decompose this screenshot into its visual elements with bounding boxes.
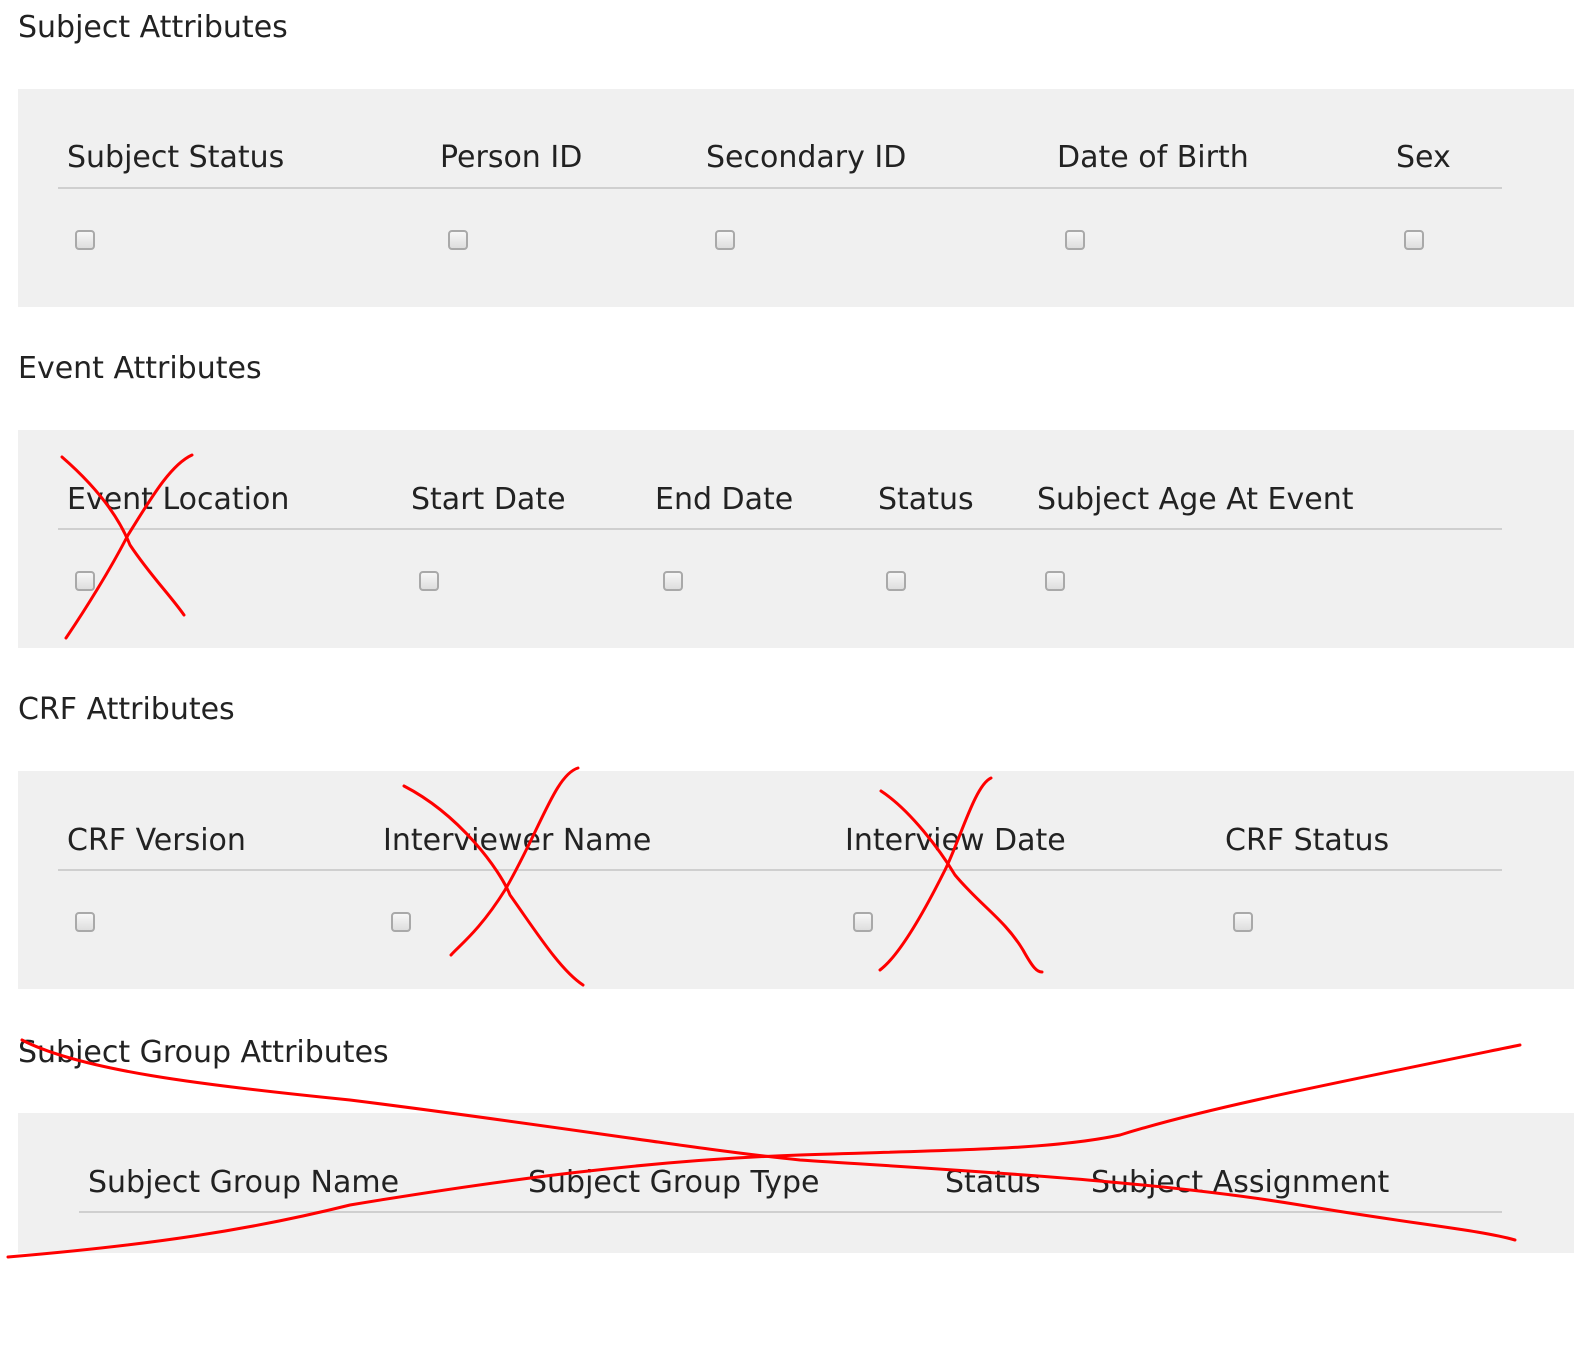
date-of-birth-checkbox[interactable] [1065,230,1085,250]
event-status-label: Status [878,482,974,517]
subject-group-name-label: Subject Group Name [88,1165,400,1200]
crf-version-checkbox[interactable] [75,912,95,932]
date-of-birth-label: Date of Birth [1057,140,1249,175]
person-id-checkbox[interactable] [448,230,468,250]
end-date-checkbox[interactable] [663,571,683,591]
interview-date-label: Interview Date [845,823,1066,858]
event-status-checkbox[interactable] [886,571,906,591]
crf-status-label: CRF Status [1225,823,1390,858]
event-attributes-panel: Event Location Start Date End Date Statu… [18,430,1574,648]
interview-date-checkbox[interactable] [853,912,873,932]
subject-age-at-event-label: Subject Age At Event [1037,482,1354,517]
crf-attributes-title: CRF Attributes [18,692,235,727]
header-divider [79,1211,1502,1213]
end-date-label: End Date [655,482,794,517]
sex-label: Sex [1396,140,1451,175]
header-divider [58,528,1502,530]
subject-attributes-panel: Subject Status Person ID Secondary ID Da… [18,89,1574,307]
crf-status-checkbox[interactable] [1233,912,1253,932]
subject-group-status-label: Status [945,1165,1041,1200]
secondary-id-checkbox[interactable] [715,230,735,250]
header-divider [58,869,1502,871]
interviewer-name-checkbox[interactable] [391,912,411,932]
subject-age-at-event-checkbox[interactable] [1045,571,1065,591]
start-date-checkbox[interactable] [419,571,439,591]
crf-attributes-panel: CRF Version Interviewer Name Interview D… [18,771,1574,989]
event-location-checkbox[interactable] [75,571,95,591]
subject-status-label: Subject Status [67,140,285,175]
subject-attributes-title: Subject Attributes [18,10,288,45]
secondary-id-label: Secondary ID [706,140,907,175]
event-location-label: Event Location [67,482,290,517]
event-attributes-title: Event Attributes [18,351,262,386]
subject-group-attributes-panel: Subject Group Name Subject Group Type St… [18,1113,1574,1253]
header-divider [58,187,1502,189]
subject-status-checkbox[interactable] [75,230,95,250]
subject-group-type-label: Subject Group Type [528,1165,820,1200]
person-id-label: Person ID [440,140,583,175]
interviewer-name-label: Interviewer Name [383,823,652,858]
crf-version-label: CRF Version [67,823,246,858]
subject-assignment-label: Subject Assignment [1091,1165,1390,1200]
subject-group-attributes-title: Subject Group Attributes [18,1035,389,1070]
start-date-label: Start Date [411,482,566,517]
sex-checkbox[interactable] [1404,230,1424,250]
